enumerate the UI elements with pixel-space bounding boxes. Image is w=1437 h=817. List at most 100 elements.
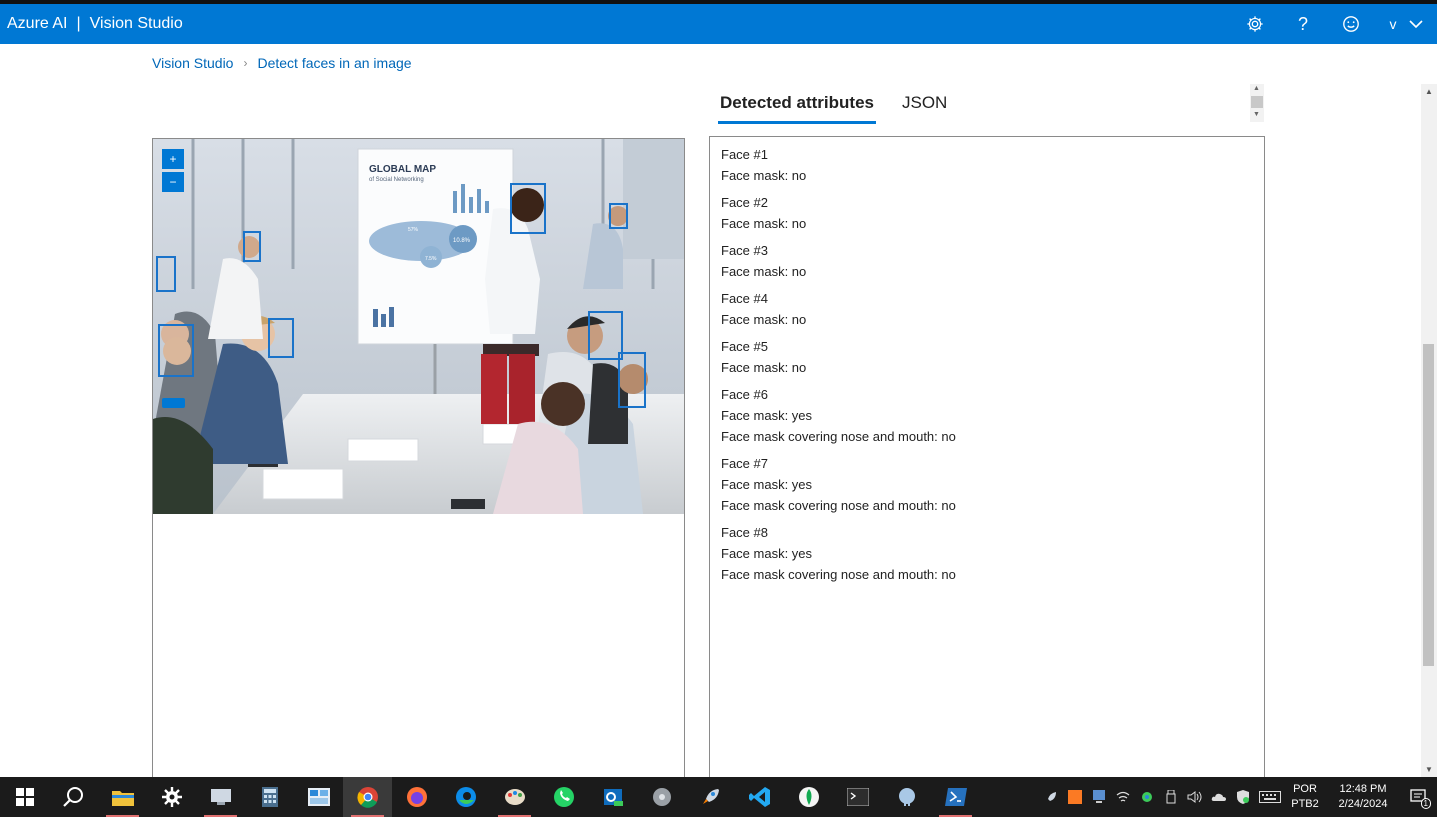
chevron-down-icon	[1408, 20, 1423, 29]
brand-separator: |	[76, 15, 81, 32]
breadcrumb: Vision Studio › Detect faces in an image	[152, 55, 412, 71]
image-preview-panel: GLOBAL MAP of Social Networking 10.8% 7.…	[152, 138, 685, 788]
feedback-smiley-icon[interactable]	[1327, 4, 1375, 44]
remote-desktop-icon[interactable]	[196, 777, 245, 817]
analyzed-photo: GLOBAL MAP of Social Networking 10.8% 7.…	[153, 139, 684, 514]
rocket-tray-icon[interactable]	[1039, 777, 1063, 817]
powershell-icon[interactable]	[931, 777, 980, 817]
app-disc-icon[interactable]	[637, 777, 686, 817]
brand-name: Azure AI	[7, 15, 68, 32]
photo-stat-a: 10.8%	[453, 238, 471, 244]
result-tabs: Detected attributes JSON	[718, 88, 973, 124]
notification-center-icon[interactable]: 1	[1401, 777, 1437, 817]
face-title: Face #2	[721, 195, 768, 210]
edge-browser-icon[interactable]	[441, 777, 490, 817]
help-question-icon[interactable]: ?	[1279, 4, 1327, 44]
system-clock[interactable]: 12:48 PM 2/24/2024	[1325, 782, 1401, 812]
file-explorer-icon[interactable]	[98, 777, 147, 817]
face-title: Face #8	[721, 525, 768, 540]
face-bounding-box[interactable]	[158, 324, 194, 377]
chrome-browser-icon[interactable]	[343, 777, 392, 817]
face-bounding-box[interactable]	[510, 183, 546, 234]
face-title: Face #6	[721, 387, 768, 402]
tabs-scroll-thumb[interactable]	[1251, 96, 1263, 108]
face-result-3: Face #3 Face mask: no	[721, 240, 1253, 282]
face-mask-covering-value: Face mask covering nose and mouth: no	[721, 429, 956, 444]
photo-stat-b: 7.5%	[425, 256, 437, 262]
header-actions: ? v	[1231, 4, 1437, 44]
user-initial: v	[1389, 16, 1397, 32]
face-bounding-box[interactable]	[156, 256, 176, 292]
face-result-5: Face #5 Face mask: no	[721, 336, 1253, 378]
onedrive-cloud-icon[interactable]	[1207, 777, 1231, 817]
scroll-up-arrow-icon[interactable]: ▲	[1253, 85, 1260, 92]
face-mask-value: Face mask: no	[721, 216, 807, 231]
photo-chart-title: GLOBAL MAP	[369, 164, 436, 175]
rocket-app-icon[interactable]	[686, 777, 735, 817]
zoom-in-button[interactable]: +	[162, 149, 184, 169]
terminal-icon[interactable]	[833, 777, 882, 817]
app-brand[interactable]: Azure AI | Vision Studio	[0, 15, 183, 33]
tab-detected-attributes[interactable]: Detected attributes	[718, 88, 876, 124]
face-mask-value: Face mask: no	[721, 360, 807, 375]
face-result-7: Face #7 Face mask: yes Face mask coverin…	[721, 453, 1253, 516]
clock-time: 12:48 PM	[1339, 783, 1387, 795]
outlook-new-icon[interactable]	[588, 777, 637, 817]
system-tray: POR PTB2 12:48 PM 2/24/2024 1	[1039, 777, 1437, 817]
face-result-8: Face #8 Face mask: yes Face mask coverin…	[721, 522, 1253, 585]
page-scrollbar[interactable]: ▲ ▼	[1421, 84, 1437, 777]
scroll-down-arrow-icon[interactable]: ▼	[1253, 111, 1260, 118]
breadcrumb-current-link[interactable]: Detect faces in an image	[257, 55, 411, 71]
input-language[interactable]: POR PTB2	[1285, 782, 1325, 812]
face-mask-value: Face mask: no	[721, 312, 807, 327]
face-result-4: Face #4 Face mask: no	[721, 288, 1253, 330]
scroll-up-arrow-icon[interactable]: ▲	[1425, 87, 1433, 96]
windows-start-icon[interactable]	[0, 777, 49, 817]
breadcrumb-root-link[interactable]: Vision Studio	[152, 55, 233, 71]
pgadmin-elephant-icon[interactable]	[882, 777, 931, 817]
tab-json[interactable]: JSON	[900, 88, 949, 124]
face-mask-covering-value: Face mask covering nose and mouth: no	[721, 567, 956, 582]
face-mask-value: Face mask: yes	[721, 477, 813, 492]
volume-speaker-icon[interactable]	[1183, 777, 1207, 817]
product-name: Vision Studio	[89, 15, 183, 32]
notification-count-badge: 1	[1420, 798, 1431, 809]
user-account-menu[interactable]: v	[1375, 4, 1437, 44]
face-title: Face #1	[721, 147, 768, 162]
calculator-icon[interactable]	[245, 777, 294, 817]
whatsapp-icon[interactable]	[539, 777, 588, 817]
pan-handle[interactable]	[162, 398, 185, 408]
windows-taskbar: POR PTB2 12:48 PM 2/24/2024 1	[0, 777, 1437, 817]
face-bounding-box[interactable]	[268, 318, 294, 358]
firefox-browser-icon[interactable]	[392, 777, 441, 817]
face-bounding-box[interactable]	[618, 352, 646, 408]
search-icon[interactable]	[49, 777, 98, 817]
control-panel-icon[interactable]	[294, 777, 343, 817]
monitor-tray-icon[interactable]	[1087, 777, 1111, 817]
page-scroll-thumb[interactable]	[1423, 344, 1434, 666]
face-bounding-box[interactable]	[243, 231, 261, 262]
settings-gear-icon[interactable]	[1231, 4, 1279, 44]
xampp-tray-icon[interactable]	[1063, 777, 1087, 817]
face-mask-value: Face mask: no	[721, 264, 807, 279]
vscode-icon[interactable]	[735, 777, 784, 817]
usb-device-icon[interactable]	[1159, 777, 1183, 817]
face-title: Face #7	[721, 456, 768, 471]
wifi-icon[interactable]	[1111, 777, 1135, 817]
keyboard-icon[interactable]	[1255, 777, 1285, 817]
face-bounding-box[interactable]	[609, 203, 628, 229]
scroll-down-arrow-icon[interactable]: ▼	[1425, 765, 1433, 774]
face-mask-value: Face mask: yes	[721, 408, 813, 423]
mongodb-compass-icon[interactable]	[784, 777, 833, 817]
sync-tray-icon[interactable]	[1135, 777, 1159, 817]
face-result-1: Face #1 Face mask: no	[721, 144, 1253, 186]
tabs-scrollbar[interactable]: ▲ ▼	[1250, 84, 1264, 122]
keyboard-layout: PTB2	[1291, 798, 1319, 810]
settings-gear-icon[interactable]	[147, 777, 196, 817]
zoom-out-button[interactable]: −	[162, 172, 184, 192]
paint-palette-icon[interactable]	[490, 777, 539, 817]
language-code: POR	[1293, 783, 1317, 795]
security-shield-icon[interactable]	[1231, 777, 1255, 817]
face-title: Face #5	[721, 339, 768, 354]
face-mask-value: Face mask: no	[721, 168, 807, 183]
